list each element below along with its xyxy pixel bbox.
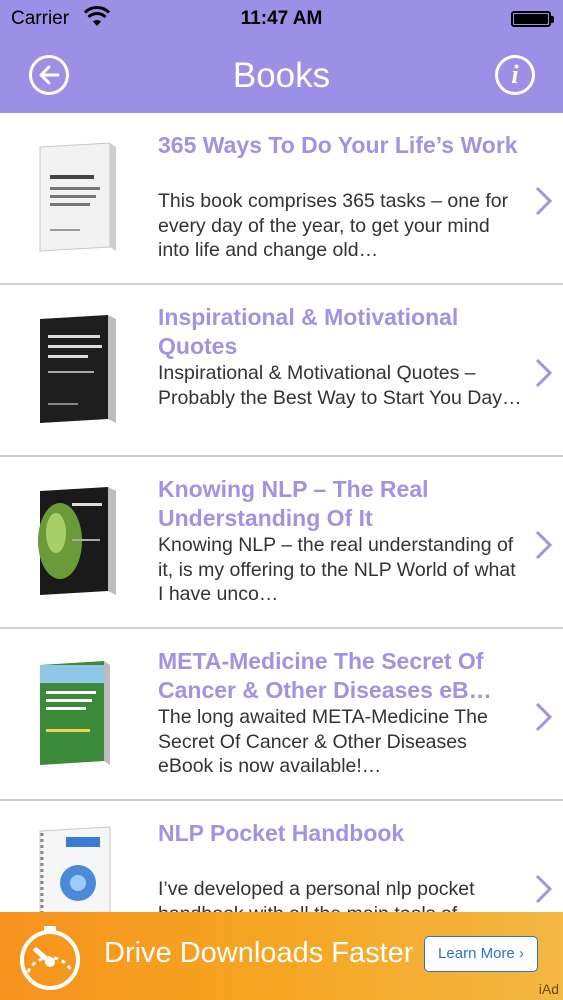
chevron-right-icon [535, 702, 553, 732]
page-title: Books [232, 56, 331, 95]
book-description: This book comprises 365 tasks – one for … [158, 190, 509, 261]
speedometer-icon [20, 926, 80, 990]
book-description: The long awaited META-Medicine The Secre… [158, 706, 488, 777]
book-row[interactable]: META-Medicine The Secret Of Cancer & Oth… [0, 629, 563, 801]
iad-banner[interactable]: Drive Downloads Faster Learn More › iAd [0, 912, 563, 1000]
battery-icon [511, 11, 554, 27]
chevron-right-icon [535, 358, 553, 388]
book-cover-image [39, 142, 116, 252]
book-list: 365 Ways To Do Your Life’s Work This boo… [0, 113, 563, 1000]
status-bar: Carrier 11:47 AM [0, 0, 563, 40]
info-icon: i [511, 60, 519, 89]
book-cover-image [38, 487, 116, 595]
book-title: META-Medicine The Secret Of Cancer & Oth… [158, 648, 492, 703]
learn-more-label: Learn More [438, 945, 515, 962]
chevron-right-icon: › [518, 945, 524, 962]
learn-more-button[interactable]: Learn More › [424, 936, 538, 972]
chevron-right-icon [535, 874, 553, 904]
book-description: Inspirational & Motivational Quotes – Pr… [158, 362, 522, 409]
book-description: Knowing NLP – the real understanding of … [158, 534, 516, 605]
iad-label: iAd [538, 981, 559, 997]
book-title: NLP Pocket Handbook [158, 820, 405, 846]
book-cover-image [40, 661, 110, 765]
chevron-right-icon [535, 186, 553, 216]
clock: 11:47 AM [240, 8, 323, 29]
ad-headline: Drive Downloads Faster [104, 937, 414, 969]
book-row[interactable]: Inspirational & Motivational Quotes Insp… [0, 285, 563, 457]
book-cover-image [40, 315, 116, 423]
book-title: 365 Ways To Do Your Life’s Work [158, 132, 518, 158]
info-button[interactable]: i [495, 55, 535, 95]
book-row[interactable]: Knowing NLP – The Real Understanding Of … [0, 457, 563, 629]
nav-header: Carrier 11:47 AM Books i [0, 0, 563, 113]
book-title: Knowing NLP – The Real Understanding Of … [158, 476, 429, 531]
book-row[interactable]: 365 Ways To Do Your Life’s Work This boo… [0, 113, 563, 285]
chevron-right-icon [535, 530, 553, 560]
book-title: Inspirational & Motivational Quotes [158, 304, 459, 359]
